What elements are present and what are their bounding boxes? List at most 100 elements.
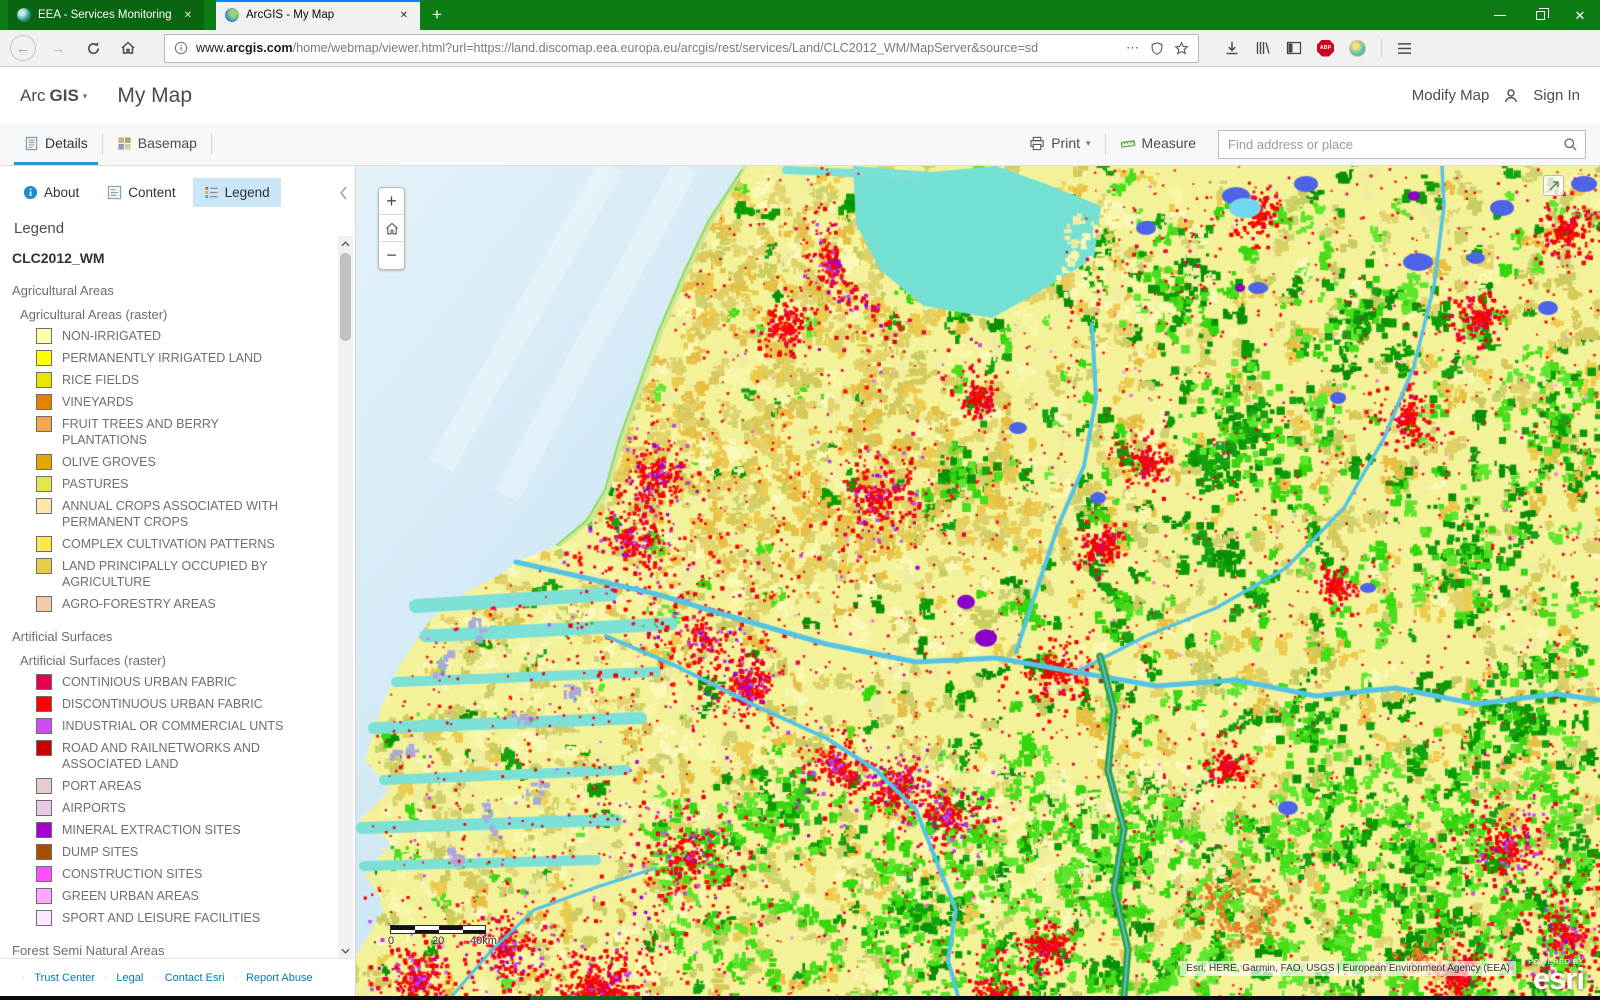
shield-icon[interactable] [1150,41,1164,56]
default-extent-button[interactable] [379,215,404,242]
details-label: Details [45,135,88,151]
browser-tab-arcgis[interactable]: ArcGIS - My Map ✕ [216,0,420,30]
home-icon [384,221,400,236]
modify-map-link[interactable]: Modify Map [1412,87,1490,104]
legend-swatch [36,910,52,926]
minimize-button[interactable] [1480,0,1520,30]
legend-sidebar: About Content Legend Legend CLC2012_WM A… [0,166,356,996]
legend-swatch [36,328,52,344]
footer-link[interactable]: Report Abuse [246,972,313,984]
bookmark-star-icon[interactable] [1174,41,1189,56]
legend-item-label: INDUSTRIAL OR COMMERCIAL UNTS [62,718,283,734]
legend-swatch [36,416,52,432]
library-icon[interactable] [1255,40,1271,56]
legend-item-label: DUMP SITES [62,844,138,860]
sign-in-link[interactable]: Sign In [1533,87,1580,104]
tab-title: ArcGIS - My Map [246,9,390,21]
arcgis-header: ArcGIS ▾ My Map Modify Map Sign In [0,67,1600,124]
bottom-edge-accent [530,996,642,1000]
scale-bar-segments [390,925,486,934]
tab-legend[interactable]: Legend [193,178,281,207]
legend-item-label: OLIVE GROVES [62,454,156,470]
reload-icon [86,41,101,56]
sidebar-toggle-icon[interactable] [1286,40,1302,56]
url-text[interactable]: www.arcgis.com/home/webmap/viewer.html?u… [196,41,1118,55]
map-toolbar: Details Basemap Print ▾ Measure [0,124,1600,166]
measure-icon [1120,136,1136,151]
adblock-plus-icon[interactable]: ABP [1317,40,1334,57]
legend-scroll-area[interactable]: CLC2012_WM Agricultural AreasAgricultura… [0,236,337,958]
legend-swatch [36,866,52,882]
home-button[interactable] [115,35,141,61]
toolbar-divider [211,134,212,155]
print-button[interactable]: Print ▾ [1019,124,1100,165]
map-container[interactable]: + − 0 20 40km Esri, HERE, Garmin, FAO, U… [356,166,1600,996]
legend-item: DISCONTINUOUS URBAN FABRIC [36,696,329,712]
print-label: Print [1051,135,1080,151]
legend-item: PASTURES [36,476,329,492]
map-canvas[interactable] [356,166,1600,996]
legend-layer-title: CLC2012_WM [12,250,329,266]
details-button[interactable]: Details [14,124,98,165]
extension-globe-icon[interactable] [1349,40,1366,57]
zoom-in-button[interactable]: + [379,188,404,215]
browser-tab-eea[interactable]: EEA - Services Monitoring ✕ [8,0,204,30]
legend-item-label: CONTINIOUS URBAN FABRIC [62,674,236,690]
restore-button[interactable] [1520,0,1560,30]
scrollbar-thumb[interactable] [340,253,351,341]
back-button[interactable]: ← [10,35,36,61]
legend-item-label: FRUIT TREES AND BERRY PLANTATIONS [62,416,290,448]
legend-swatch [36,350,52,366]
close-button[interactable]: ✕ [1560,0,1600,30]
page-actions-icon[interactable]: ⋯ [1126,40,1140,56]
search-input[interactable] [1219,137,1555,152]
menu-icon[interactable] [1397,42,1412,55]
legend-swatch [36,476,52,492]
download-icon[interactable] [1224,40,1240,56]
scroll-down-button[interactable] [338,943,353,958]
scroll-up-button[interactable] [338,236,353,251]
new-tab-button[interactable]: + [420,0,454,30]
measure-button[interactable]: Measure [1110,124,1206,165]
legend-item: GREEN URBAN AREAS [36,888,329,904]
tab-about[interactable]: About [12,178,90,207]
footer-link[interactable]: Contact Esri [165,972,225,984]
legend-panel-title: Legend [14,220,355,237]
brand-gis: GIS [50,86,79,106]
minimize-icon [1494,15,1506,16]
print-icon [1029,136,1045,151]
sidebar-collapse-button[interactable] [339,186,348,200]
sidebar-scrollbar[interactable] [338,236,353,958]
arcgis-logo[interactable]: ArcGIS ▾ [20,86,87,106]
info-icon [174,41,188,55]
legend-item: VINEYARDS [36,394,329,410]
legend-item-label: AIRPORTS [62,800,126,816]
scale-label-20: 20 [432,935,444,947]
search-button[interactable] [1555,131,1585,158]
map-expand-button[interactable] [1543,175,1564,196]
footer-link[interactable]: Trust Center [34,972,95,984]
legend-swatch [36,740,52,756]
about-info-icon [23,185,38,200]
legend-item-label: RICE FIELDS [62,372,139,388]
tab-content[interactable]: Content [96,178,186,207]
tab-close-icon[interactable]: ✕ [397,9,411,22]
url-bar[interactable]: www.arcgis.com/home/webmap/viewer.html?u… [164,34,1199,63]
legend-item: COMPLEX CULTIVATION PATTERNS [36,536,329,552]
esri-brand: esri [1528,966,1584,992]
basemap-button[interactable]: Basemap [107,124,207,165]
legend-swatch [36,778,52,794]
reload-button[interactable] [80,35,106,61]
sidebar-tabs: About Content Legend [0,166,355,207]
legend-group-heading: Artificial Surfaces [12,629,329,644]
legend-list: Agricultural AreasAgricultural Areas (ra… [12,283,329,958]
legend-sublayer-heading: Artificial Surfaces (raster) [20,653,329,668]
forward-button[interactable]: → [45,35,71,61]
footer-link[interactable]: Legal [116,972,143,984]
legend-swatch [36,498,52,514]
legend-item: MINERAL EXTRACTION SITES [36,822,329,838]
zoom-out-button[interactable]: − [379,242,404,269]
legend-item: ANNUAL CROPS ASSOCIATED WITH PERMANENT C… [36,498,329,530]
brand-arc: Arc [20,86,46,106]
tab-close-icon[interactable]: ✕ [181,9,195,22]
